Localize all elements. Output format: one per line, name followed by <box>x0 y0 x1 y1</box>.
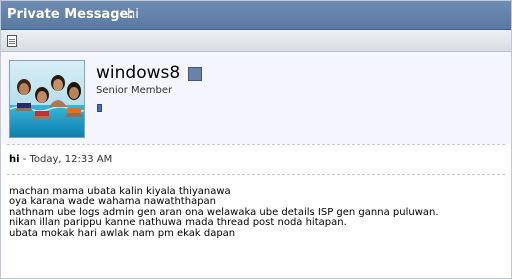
message-subject: hi <box>127 7 139 22</box>
online-status-icon <box>188 67 202 81</box>
post-title: hi <box>9 154 20 165</box>
post-meta: hi - Today, 12:33 AM <box>9 154 112 165</box>
post-date: Today, 12:33 AM <box>29 154 113 165</box>
message-line: ubata mokak hari awlak nam pm ekak dapan <box>9 227 236 239</box>
private-message-panel: Private Message: hi windows8 Senior Memb… <box>0 0 512 279</box>
author-username[interactable]: windows8 <box>96 63 180 83</box>
toolbar <box>1 30 511 52</box>
document-icon[interactable] <box>7 35 17 47</box>
avatar[interactable] <box>9 60 85 138</box>
avatar-image <box>10 61 84 137</box>
meta-separator: - <box>19 154 30 165</box>
header-divider <box>7 144 505 145</box>
message-body: machan mama ubata kalin kiyala thiyanawa… <box>9 186 439 239</box>
title-bar: Private Message: hi <box>1 1 511 30</box>
reputation-icon <box>97 104 102 112</box>
meta-divider <box>7 174 505 175</box>
author-user-title: Senior Member <box>96 85 173 96</box>
post-author-header: windows8 Senior Member <box>1 52 511 144</box>
title-prefix: Private Message: <box>7 7 134 22</box>
